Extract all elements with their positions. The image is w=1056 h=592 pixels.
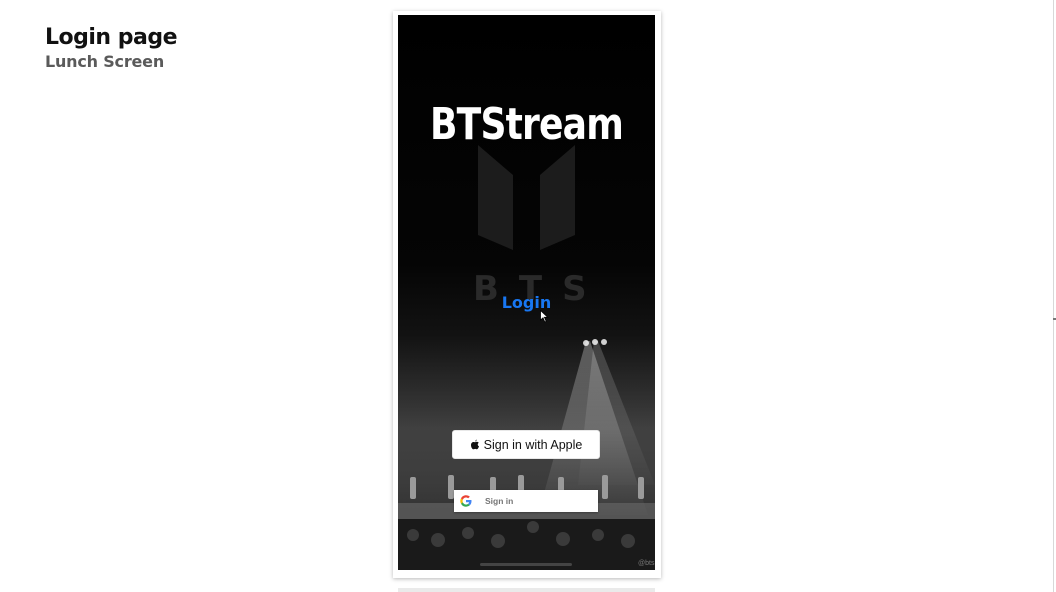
home-indicator bbox=[480, 563, 572, 566]
login-screen: BTS BTStream Login Sign in with Apple Si… bbox=[398, 15, 655, 570]
next-frame-edge bbox=[398, 588, 655, 592]
google-icon bbox=[460, 495, 472, 507]
sign-in-with-apple-button[interactable]: Sign in with Apple bbox=[452, 430, 600, 459]
page-title: Login page bbox=[45, 25, 178, 50]
page-heading: Login page Lunch Screen bbox=[45, 24, 178, 72]
google-sign-in-button[interactable]: Sign in bbox=[454, 490, 598, 512]
login-link[interactable]: Login bbox=[398, 293, 655, 312]
apple-icon bbox=[470, 439, 479, 449]
brand-title: BTStream bbox=[429, 99, 624, 150]
image-watermark: @bts bbox=[638, 560, 655, 567]
cursor-icon bbox=[540, 310, 549, 323]
google-button-label: Sign in bbox=[485, 496, 514, 506]
apple-button-label: Sign in with Apple bbox=[483, 437, 583, 452]
right-edge-divider bbox=[1053, 0, 1054, 592]
page-subtitle: Lunch Screen bbox=[45, 52, 165, 71]
